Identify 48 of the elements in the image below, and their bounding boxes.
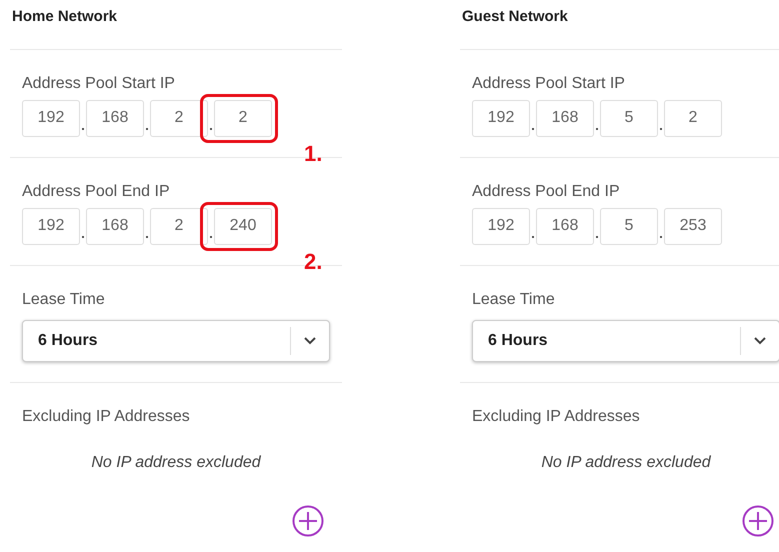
field-label: Address Pool End IP [22,182,171,202]
dot-separator [146,236,148,238]
octet-field[interactable]: 192 [472,208,530,244]
octet-field[interactable]: 2 [664,100,722,136]
dot-separator [210,128,212,130]
field-label: Lease Time [472,290,556,310]
dot-separator [210,236,212,238]
octet-field[interactable]: 5 [600,208,658,244]
octet-field[interactable]: 253 [664,208,722,244]
lease-time-select[interactable]: 6 Hours [22,320,330,362]
octet-field[interactable]: 192 [22,100,80,136]
octet-field[interactable]: 240 [214,208,272,244]
field-label: Address Pool Start IP [22,74,176,94]
octet-field[interactable]: 2 [150,100,208,136]
octet-field[interactable]: 168 [536,208,594,244]
callout-number: 2. [304,250,322,274]
add-icon[interactable] [742,504,774,536]
chevron-down-icon [304,336,316,344]
field-label: Excluding IP Addresses [22,406,191,426]
callout-number: 1. [304,142,322,166]
field-label: Address Pool End IP [472,182,621,202]
dot-separator [660,128,662,130]
lease-time-select[interactable]: 6 Hours [472,320,779,362]
dot-separator [82,128,84,130]
empty-message: No IP address excluded [540,452,712,472]
octet-field[interactable]: 2 [214,100,272,136]
octet-field[interactable]: 2 [150,208,208,244]
octet-field[interactable]: 168 [536,100,594,136]
octet-field[interactable]: 5 [600,100,658,136]
field-label: Excluding IP Addresses [472,406,641,426]
dot-separator [532,236,534,238]
section-title: Home Network [11,7,118,27]
octet-field[interactable]: 168 [86,208,144,244]
field-label: Lease Time [22,290,106,310]
dot-separator [596,236,598,238]
field-label: Address Pool Start IP [472,74,626,94]
dot-separator [146,128,148,130]
dot-separator [660,236,662,238]
dot-separator [82,236,84,238]
empty-message: No IP address excluded [90,452,262,472]
octet-field[interactable]: 192 [22,208,80,244]
dot-separator [596,128,598,130]
octet-field[interactable]: 192 [472,100,530,136]
octet-field[interactable]: 168 [86,100,144,136]
add-icon[interactable] [292,504,324,536]
dot-separator [532,128,534,130]
section-title: Guest Network [461,7,569,27]
chevron-down-icon [754,336,766,344]
